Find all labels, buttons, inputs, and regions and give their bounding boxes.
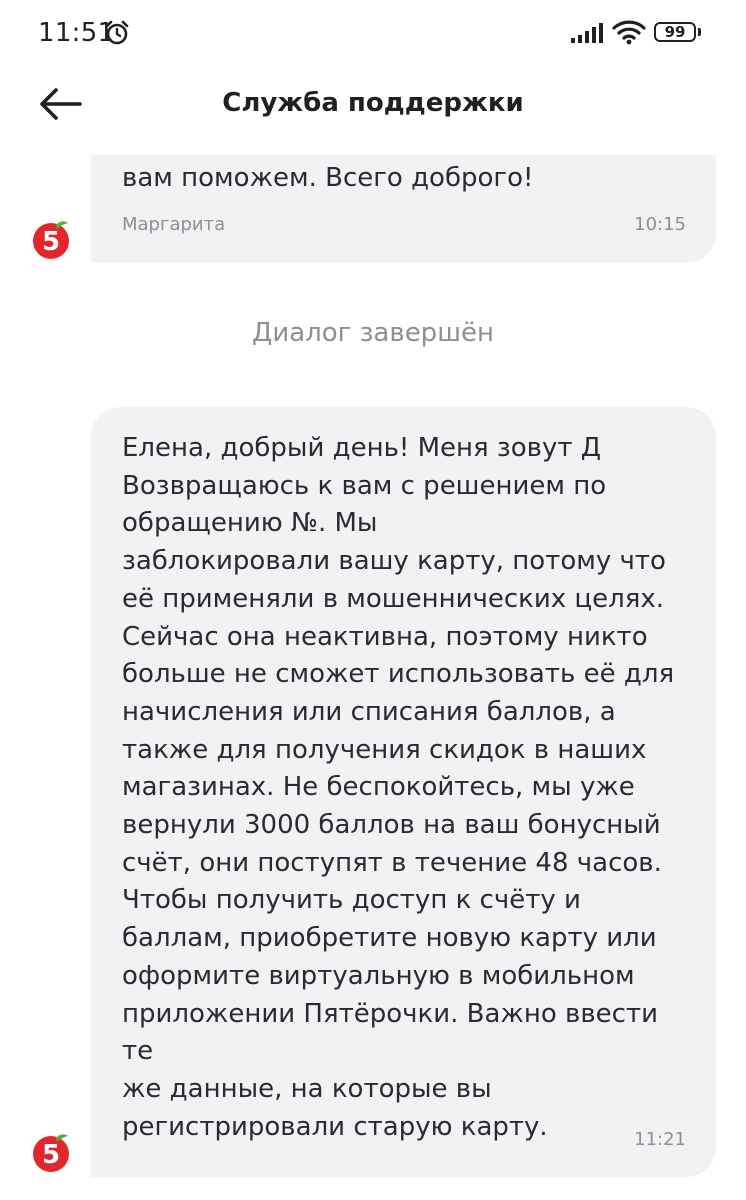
battery-tip bbox=[698, 28, 701, 36]
alarm-icon bbox=[103, 19, 131, 51]
message-text: Елена, добрый день! Меня зовут Д Возвращ… bbox=[122, 433, 675, 1142]
dialog-ended-note: Диалог завершён bbox=[252, 318, 494, 348]
page-title: Служба поддержки bbox=[222, 88, 524, 118]
message-bubble[interactable]: Елена, добрый день! Меня зовут Д Возвращ… bbox=[91, 407, 716, 1177]
pyaterochka-logo-icon: 5 bbox=[30, 1132, 72, 1174]
message-bubble[interactable]: вам поможем. Всего доброго! Маргарита 10… bbox=[91, 155, 716, 262]
signal-icon bbox=[570, 22, 606, 48]
battery-level: 99 bbox=[664, 22, 686, 41]
message-text: вам поможем. Всего доброго! bbox=[122, 163, 534, 193]
svg-text:5: 5 bbox=[42, 227, 60, 257]
pyaterochka-logo-icon: 5 bbox=[30, 219, 72, 261]
svg-text:5: 5 bbox=[42, 1140, 60, 1170]
message-time: 10:15 bbox=[634, 214, 686, 235]
message-sender: Маргарита bbox=[122, 214, 226, 235]
header: Служба поддержки bbox=[0, 66, 746, 146]
wifi-icon bbox=[612, 19, 646, 49]
battery-icon: 99 bbox=[654, 22, 696, 42]
message-time: 11:21 bbox=[634, 1129, 686, 1150]
status-bar: 11:51 99 bbox=[0, 0, 746, 66]
